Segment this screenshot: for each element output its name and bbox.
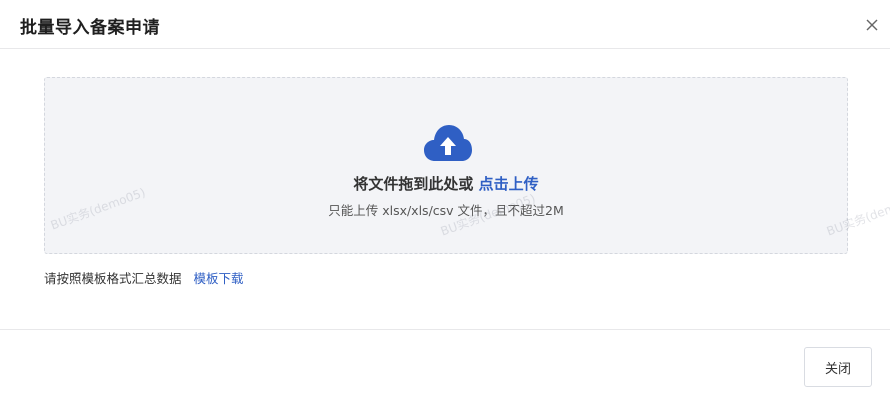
upload-dropzone[interactable]: 将文件拖到此处或 点击上传 只能上传 xlsx/xls/csv 文件，且不超过2… — [44, 77, 848, 254]
upload-instruction: 将文件拖到此处或 点击上传 — [45, 173, 847, 194]
template-download-link[interactable]: 模板下载 — [194, 271, 244, 286]
close-icon[interactable] — [862, 15, 882, 35]
cloud-upload-icon — [424, 125, 472, 161]
dialog-header: 批量导入备案申请 — [0, 0, 890, 49]
close-button[interactable]: 关闭 — [804, 347, 872, 387]
click-upload-link[interactable]: 点击上传 — [479, 175, 539, 193]
upload-instruction-text: 将文件拖到此处或 — [353, 175, 474, 193]
import-dialog: 批量导入备案申请 将文件拖到此处或 点击上传 只能上传 xlsx/xls/csv… — [0, 0, 890, 399]
template-instruction: 请按照模板格式汇总数据 — [44, 271, 182, 286]
dialog-footer: 关闭 — [0, 329, 890, 399]
upload-hint: 只能上传 xlsx/xls/csv 文件，且不超过2M — [328, 203, 564, 218]
dialog-title: 批量导入备案申请 — [20, 18, 160, 38]
template-row: 请按照模板格式汇总数据 模板下载 — [44, 268, 244, 287]
